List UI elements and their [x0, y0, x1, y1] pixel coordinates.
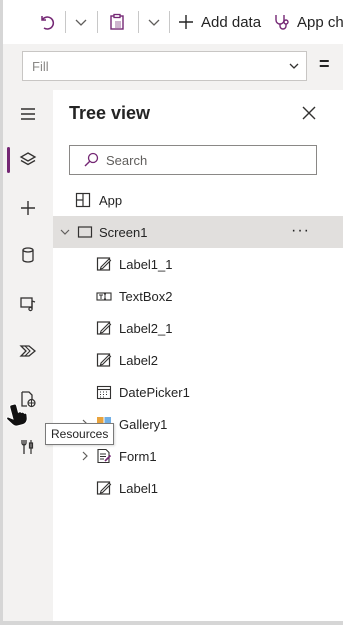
chevron-down-icon — [289, 63, 299, 69]
hand-cursor-icon — [6, 403, 28, 427]
close-icon — [302, 106, 316, 120]
data-button[interactable] — [3, 235, 53, 275]
tree-view-panel: Tree view Search App Screen1 ··· Label1_… — [53, 90, 343, 621]
property-dropdown[interactable]: Fill — [22, 51, 307, 81]
window-border — [0, 621, 343, 625]
chevron-down-icon[interactable] — [59, 226, 71, 238]
power-automate-icon — [19, 345, 37, 357]
tree-item[interactable]: TextBox2 — [53, 280, 343, 312]
toolbar-divider — [138, 11, 139, 33]
left-rail — [3, 90, 53, 621]
search-input[interactable]: Search — [69, 145, 317, 175]
tree-item[interactable]: Label2_1 — [53, 312, 343, 344]
chevron-down-icon — [148, 19, 160, 26]
resources-tooltip: Resources — [45, 423, 115, 445]
add-data-label: Add data — [201, 13, 262, 31]
property-value: Fill — [32, 59, 49, 74]
tree-item[interactable]: Label1 — [53, 472, 343, 504]
app-icon — [75, 192, 91, 208]
app-checker-label: App ch — [297, 13, 343, 31]
tree-item-app[interactable]: App — [53, 184, 343, 216]
tree-item-label: DatePicker1 — [119, 385, 190, 400]
hamburger-icon — [21, 108, 35, 120]
close-button[interactable] — [298, 102, 320, 124]
tree-item-label: Label2_1 — [119, 321, 173, 336]
screen-icon — [77, 226, 93, 238]
calendar-icon — [96, 385, 112, 400]
undo-dropdown-button[interactable] — [74, 11, 88, 33]
form-icon — [97, 448, 112, 464]
power-automate-button[interactable] — [3, 331, 53, 371]
tree-item-label: Label1 — [119, 481, 159, 496]
menu-button[interactable] — [3, 94, 53, 134]
active-indicator — [7, 147, 10, 173]
panel-title: Tree view — [69, 103, 151, 123]
tree-item[interactable]: Label1_1 — [53, 248, 343, 280]
equals-sign: = — [319, 54, 330, 74]
app-checker-button[interactable]: App ch — [273, 11, 343, 33]
paste-button[interactable] — [108, 11, 126, 33]
tree-item[interactable]: DatePicker1 — [53, 376, 343, 408]
search-icon — [84, 152, 99, 167]
tree-item-screen1[interactable]: Screen1 ··· — [53, 216, 343, 248]
insert-button[interactable] — [3, 188, 53, 228]
more-options-button[interactable]: ··· — [291, 222, 310, 240]
layers-icon — [19, 152, 37, 166]
media-button[interactable] — [3, 283, 53, 323]
tree-item-label: Form1 — [119, 449, 157, 464]
undo-icon — [41, 16, 55, 30]
tree-view-button[interactable] — [3, 140, 53, 180]
paste-icon — [110, 13, 124, 30]
tree-item-label: Gallery1 — [119, 417, 168, 432]
formula-bar: Fill = — [3, 44, 343, 91]
tree-item-label: TextBox2 — [119, 289, 173, 304]
tools-icon — [21, 440, 34, 454]
toolbar-divider — [65, 11, 66, 33]
label-icon — [96, 257, 112, 271]
tree-item-label: App — [99, 193, 123, 208]
stethoscope-icon — [275, 15, 289, 30]
paste-dropdown-button[interactable] — [147, 11, 161, 33]
search-placeholder: Search — [106, 153, 148, 168]
chevron-down-icon — [75, 19, 87, 26]
database-icon — [22, 247, 34, 263]
label-icon — [96, 321, 112, 335]
plus-icon — [179, 15, 193, 29]
add-data-button[interactable]: Add data — [177, 11, 261, 33]
undo-button[interactable] — [37, 11, 55, 33]
plus-icon — [21, 201, 35, 215]
textbox-icon — [96, 292, 112, 301]
tree-item[interactable]: Label2 — [53, 344, 343, 376]
toolbar-divider — [169, 11, 170, 33]
chevron-right-icon[interactable] — [79, 450, 91, 462]
tree-item-label: Label1_1 — [119, 257, 173, 272]
label-icon — [96, 481, 112, 495]
label-icon — [96, 353, 112, 367]
media-icon — [20, 297, 36, 312]
tree-item-label: Label2 — [119, 353, 159, 368]
command-bar: Add data App ch — [3, 0, 343, 44]
toolbar-divider — [97, 11, 98, 33]
tree-item-label: Screen1 — [99, 225, 148, 240]
